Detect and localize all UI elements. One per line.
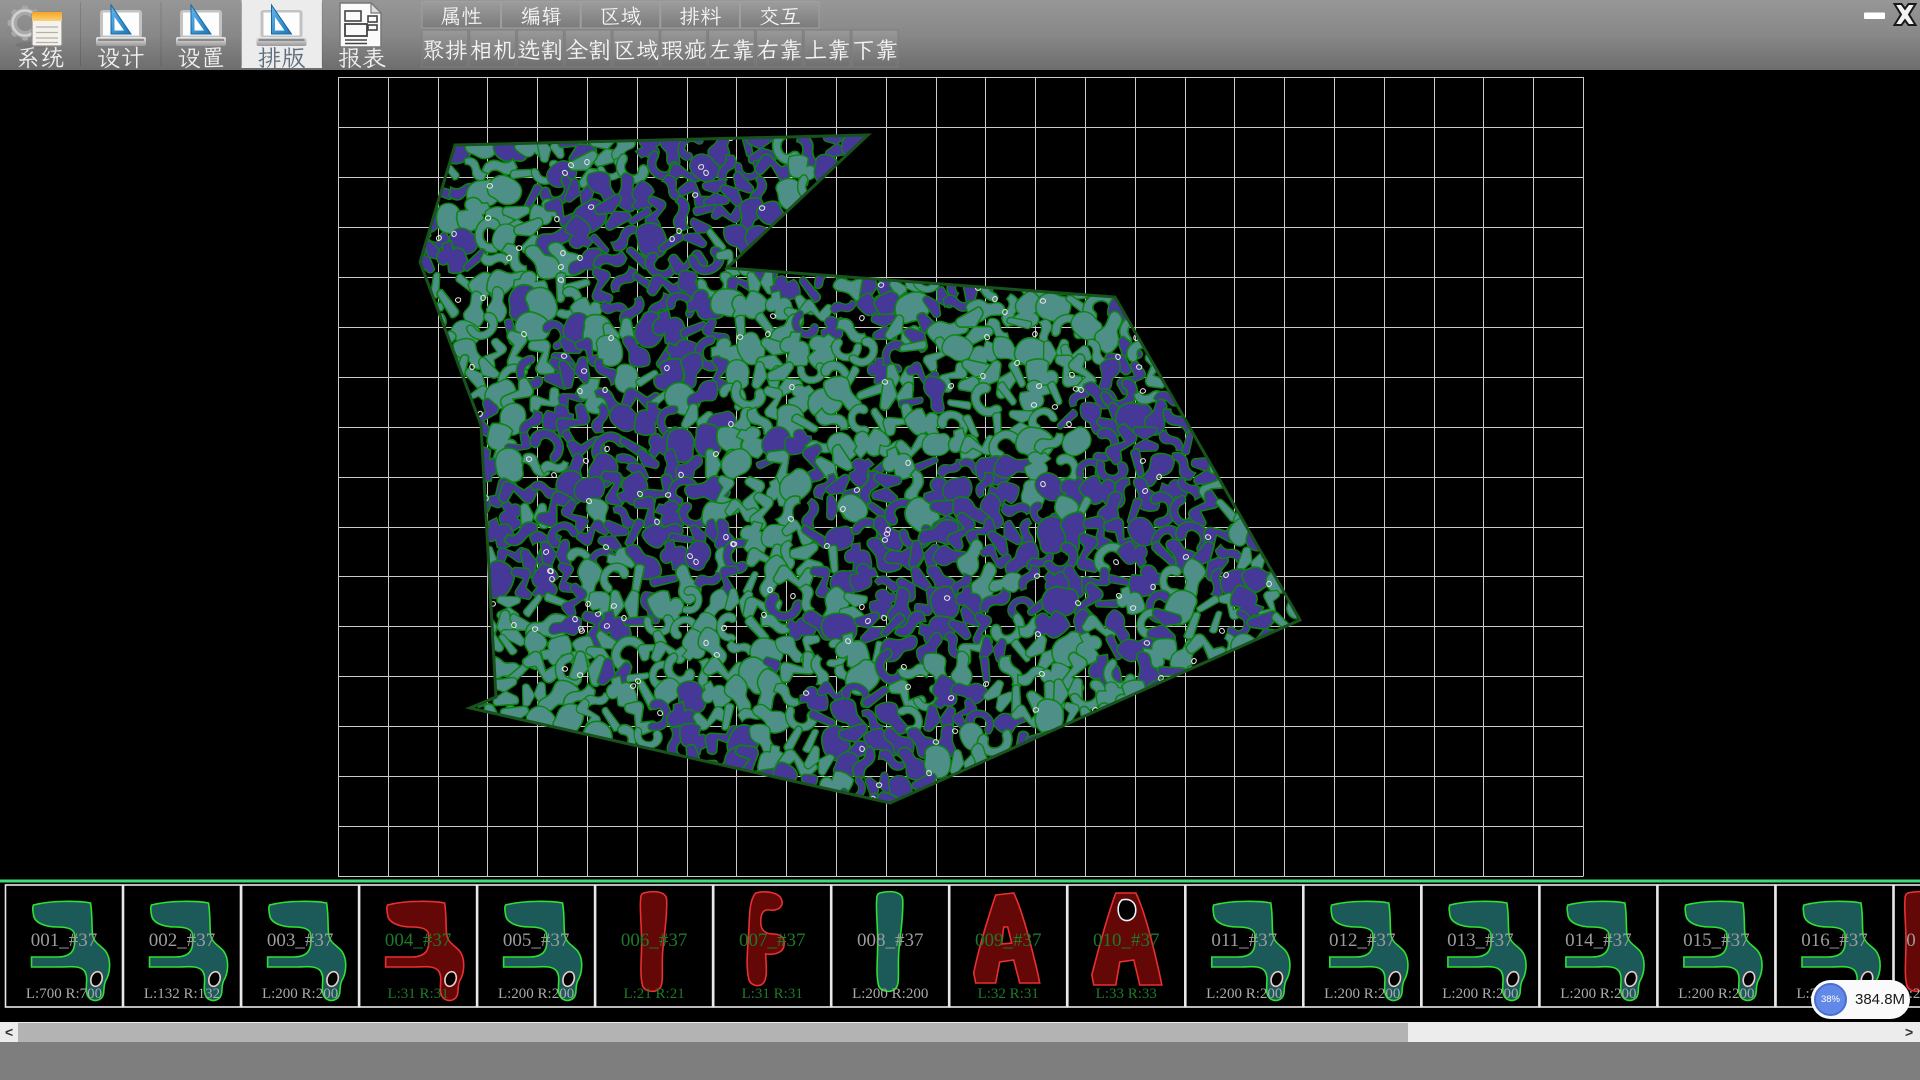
svg-text:L:700 R:700: L:700 R:700: [26, 986, 102, 1002]
svg-text:L:31 R:31: L:31 R:31: [387, 986, 448, 1002]
svg-text:L:200 R:200: L:200 R:200: [1324, 986, 1400, 1002]
svg-text:009_#37: 009_#37: [975, 930, 1042, 951]
svg-text:L:132 R:132: L:132 R:132: [144, 986, 220, 1002]
svg-text:0: 0: [1906, 930, 1916, 951]
svg-text:L:200 R:200: L:200 R:200: [1442, 986, 1518, 1002]
svg-text:L:200 R:200: L:200 R:200: [1678, 986, 1754, 1002]
svg-text:L:200 R:200: L:200 R:200: [498, 986, 574, 1002]
svg-text:002_#37: 002_#37: [149, 930, 216, 951]
svg-text:010_#37: 010_#37: [1093, 930, 1160, 951]
svg-text:001_#37: 001_#37: [31, 930, 98, 951]
svg-text:007_#37: 007_#37: [739, 930, 806, 951]
svg-text:011_#37: 011_#37: [1211, 930, 1277, 951]
svg-text:L:200 R:200: L:200 R:200: [1206, 986, 1282, 1002]
svg-text:015_#37: 015_#37: [1683, 930, 1750, 951]
svg-text:004_#37: 004_#37: [385, 930, 452, 951]
svg-text:L:31 R:31: L:31 R:31: [742, 986, 803, 1002]
svg-text:003_#37: 003_#37: [267, 930, 334, 951]
svg-text:L:200 R:200: L:200 R:200: [262, 986, 338, 1002]
svg-text:L:200 R:200: L:200 R:200: [1560, 986, 1636, 1002]
svg-text:L:33 R:33: L:33 R:33: [1096, 986, 1157, 1002]
svg-text:012_#37: 012_#37: [1329, 930, 1396, 951]
svg-text:016_#37: 016_#37: [1801, 930, 1868, 951]
svg-text:L:21 R:21: L:21 R:21: [623, 986, 684, 1002]
svg-text:L:200 R:200: L:200 R:200: [852, 986, 928, 1002]
svg-text:L:32 R:31: L:32 R:31: [978, 986, 1039, 1002]
svg-text:005_#37: 005_#37: [503, 930, 570, 951]
svg-text:013_#37: 013_#37: [1447, 930, 1514, 951]
svg-text:008_#37: 008_#37: [857, 930, 924, 951]
svg-text:014_#37: 014_#37: [1565, 930, 1632, 951]
svg-text:006_#37: 006_#37: [621, 930, 688, 951]
